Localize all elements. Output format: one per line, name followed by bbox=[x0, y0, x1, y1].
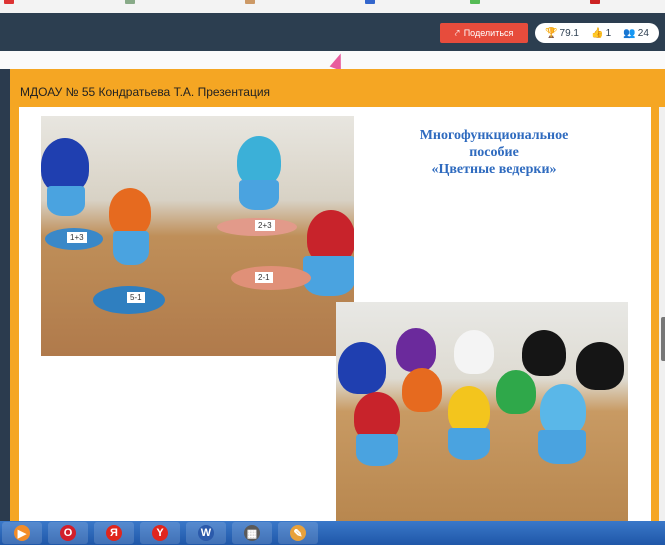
taskbar-yandex[interactable]: Я bbox=[94, 522, 134, 544]
taskbar-word[interactable]: W bbox=[186, 522, 226, 544]
share-label: Поделиться bbox=[463, 28, 514, 38]
word-icon: W bbox=[198, 525, 214, 541]
label-card: 5-1 bbox=[127, 292, 145, 303]
slide-photo-2 bbox=[336, 302, 628, 521]
purple-cap bbox=[396, 328, 436, 372]
bookmark-item[interactable] bbox=[4, 0, 14, 4]
cup bbox=[239, 180, 279, 210]
taskbar-paint[interactable]: ✎ bbox=[278, 522, 318, 544]
yellow-cap bbox=[448, 386, 490, 434]
blue-cap bbox=[41, 138, 89, 193]
taskbar: ▶ O Я Y W ▦ ✎ bbox=[0, 521, 665, 545]
rating-stat: 🏆 79.1 bbox=[545, 28, 579, 39]
black-cap bbox=[576, 342, 624, 390]
stats-badge: 🏆 79.1 👍 1 👥 24 bbox=[535, 23, 659, 43]
cup bbox=[356, 434, 398, 466]
slide-heading-line: «Цветные ведерки» bbox=[431, 162, 557, 177]
bookmark-icon bbox=[125, 0, 135, 4]
trophy-icon: 🏆 bbox=[545, 27, 558, 39]
bookmark-icon bbox=[245, 0, 255, 4]
label-card: 2-1 bbox=[255, 272, 273, 283]
presentation-frame: МДОАУ № 55 Кондратьева Т.А. Презентация … bbox=[10, 69, 665, 521]
slide-heading-line: пособие bbox=[469, 145, 519, 160]
white-cap bbox=[454, 330, 494, 374]
slide-photo-1: 1+3 2+3 2-1 5-1 bbox=[41, 116, 354, 356]
site-header: ⤤ Поделиться 🏆 79.1 👍 1 👥 24 bbox=[0, 13, 665, 51]
taskbar-vlc[interactable]: ▶ bbox=[2, 522, 42, 544]
paint-icon: ✎ bbox=[290, 525, 306, 541]
opera-icon: O bbox=[60, 525, 76, 541]
thumbs-up-icon: 👍 bbox=[591, 27, 604, 39]
cup bbox=[113, 231, 149, 265]
cup bbox=[448, 428, 490, 460]
bookmark-item[interactable] bbox=[470, 0, 480, 4]
blue-cap bbox=[338, 342, 386, 394]
viewers-stat: 👥 24 bbox=[623, 28, 649, 39]
slide-heading: Многофункциональное пособие «Цветные вед… bbox=[389, 127, 599, 178]
green-cap bbox=[496, 370, 536, 414]
bookmark-icon bbox=[470, 0, 480, 4]
bookmarks-bar bbox=[0, 0, 665, 13]
likes-stat: 👍 1 bbox=[591, 28, 611, 39]
taskbar-video[interactable]: ▦ bbox=[232, 522, 272, 544]
viewers-value: 24 bbox=[637, 27, 649, 39]
slide-scrollbar[interactable] bbox=[659, 107, 665, 521]
slide: 1+3 2+3 2-1 5-1 Многофункциональное посо… bbox=[19, 107, 665, 521]
bookmark-item[interactable] bbox=[590, 0, 600, 4]
cyan-cap bbox=[237, 136, 281, 186]
bookmark-icon bbox=[4, 0, 14, 4]
video-icon: ▦ bbox=[244, 525, 260, 541]
vlc-icon: ▶ bbox=[14, 525, 30, 541]
slide-scrollbar-thumb[interactable] bbox=[661, 317, 665, 361]
share-icon: ⤤ bbox=[454, 27, 460, 38]
taskbar-opera[interactable]: O bbox=[48, 522, 88, 544]
bookmark-item[interactable] bbox=[365, 0, 375, 4]
light-blue-cap bbox=[540, 384, 586, 436]
slide-heading-line: Многофункциональное bbox=[419, 128, 569, 143]
label-card: 2+3 bbox=[255, 220, 275, 231]
rating-value: 79.1 bbox=[559, 27, 579, 39]
cup bbox=[538, 430, 586, 464]
yandex-icon: Я bbox=[106, 525, 122, 541]
orange-cap bbox=[109, 188, 151, 236]
bookmark-item[interactable] bbox=[125, 0, 135, 4]
bookmark-item[interactable] bbox=[245, 0, 255, 4]
cup bbox=[47, 186, 85, 216]
likes-value: 1 bbox=[605, 27, 612, 39]
bookmark-icon bbox=[365, 0, 375, 4]
bookmark-icon bbox=[590, 0, 600, 4]
share-button[interactable]: ⤤ Поделиться bbox=[440, 23, 528, 43]
black-cap bbox=[522, 330, 566, 376]
presentation-title: МДОАУ № 55 Кондратьева Т.А. Презентация bbox=[20, 85, 271, 99]
users-icon: 👥 bbox=[623, 27, 636, 39]
label-card: 1+3 bbox=[67, 232, 87, 243]
taskbar-yandex-browser[interactable]: Y bbox=[140, 522, 180, 544]
yandex-browser-icon: Y bbox=[152, 525, 168, 541]
orange-cap bbox=[402, 368, 442, 412]
